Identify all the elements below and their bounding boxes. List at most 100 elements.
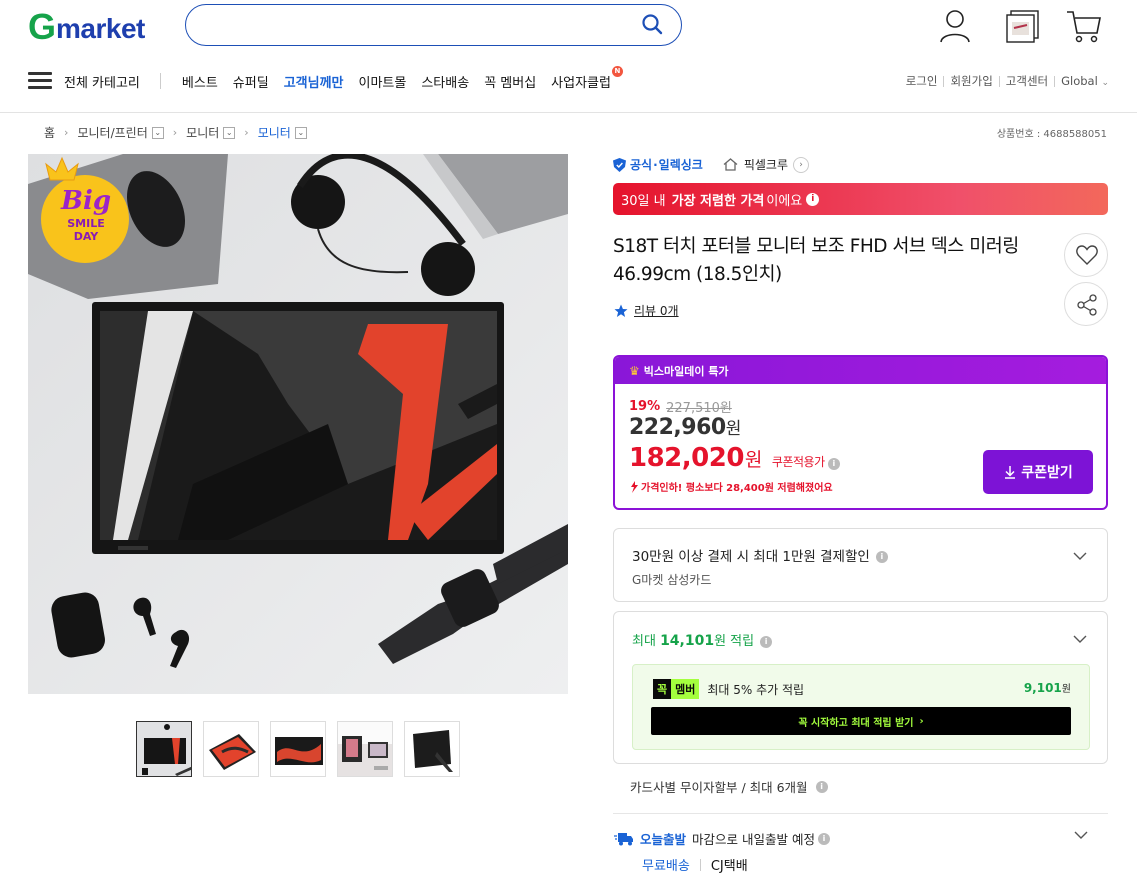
product-main-image[interactable]: Big SMILE DAY	[28, 154, 568, 694]
points-summary: 최대 14,101원 적립 i	[632, 630, 773, 649]
price-box: ♛ 빅스마일데이 특가 19% 227,510원 222,960원 182,02…	[613, 355, 1108, 510]
nav-membership[interactable]: 꼭 멤버십	[484, 72, 536, 91]
thumbnail[interactable]	[404, 721, 460, 777]
all-categories-link[interactable]: 전체 카테고리	[64, 72, 140, 91]
thumbnail[interactable]	[203, 721, 259, 777]
breadcrumb-item[interactable]: 모니터	[186, 124, 219, 141]
official-seller[interactable]: 공식 · 일렉싱크	[613, 156, 703, 173]
download-icon	[1005, 466, 1016, 479]
coupon-download-button[interactable]: 쿠폰받기	[983, 450, 1093, 494]
shipping-detail: 무료배송 CJ택배	[642, 855, 748, 874]
official-label: 공식	[630, 158, 653, 172]
share-button[interactable]	[1064, 282, 1108, 326]
won-unit: 원	[1061, 684, 1071, 695]
membership-amount-value: 9,101	[1023, 681, 1062, 695]
dropdown-icon[interactable]: ⌄	[223, 126, 236, 139]
badge-big-text: Big	[60, 186, 112, 216]
info-icon[interactable]: i	[817, 832, 830, 845]
product-title: S18T 터치 포터블 모니터 보조 FHD 서브 덱스 미러링 46.99cm…	[613, 236, 1019, 285]
breadcrumb-item[interactable]: 모니터/프린터	[77, 124, 147, 141]
installment-info: 카드사별 무이자할부 / 최대 6개월 i	[630, 777, 828, 796]
nav-best[interactable]: 베스트	[182, 72, 218, 91]
membership-start-button[interactable]: 꼭 시작하고 최대 적립 받기 ›	[651, 707, 1071, 735]
menu-icon[interactable]	[28, 72, 52, 90]
dropdown-icon[interactable]: ⌄	[294, 126, 307, 139]
thumbnail[interactable]	[270, 721, 326, 777]
coupon-price: 182,020 원 쿠폰적용가 i	[629, 443, 840, 473]
won-unit: 원	[744, 449, 762, 471]
nav-divider	[159, 73, 161, 89]
chevron-right-icon: ›	[793, 156, 809, 173]
badge-smile-text: SMILE	[67, 217, 105, 230]
chevron-down-icon[interactable]	[1073, 632, 1087, 646]
support-link[interactable]: 고객센터	[1000, 73, 1054, 89]
event-label: 빅스마일데이 특가	[643, 364, 729, 378]
event-header: ♛ 빅스마일데이 특가	[615, 357, 1106, 384]
down-arrow-icon	[631, 480, 638, 493]
search-bar[interactable]	[185, 4, 682, 46]
coupon-button-label: 쿠폰받기	[1021, 465, 1073, 481]
search-icon[interactable]	[641, 13, 663, 35]
info-icon[interactable]: i	[806, 192, 820, 206]
nav-star-delivery[interactable]: 스타배송	[421, 72, 469, 91]
nav-emart-mall[interactable]: 이마트몰	[359, 72, 407, 91]
breadcrumb-current[interactable]: 모니터	[258, 124, 291, 141]
cart-icon[interactable]	[1064, 6, 1104, 46]
won-unit: 원	[725, 419, 742, 439]
installment-text: 카드사별 무이자할부 / 최대 6개월	[630, 780, 808, 795]
coupon-price-value: 182,020	[629, 443, 744, 473]
shop-name: 픽셀크루	[743, 158, 788, 172]
chevron-down-icon: ⌄	[1101, 78, 1109, 88]
points-pre: 최대	[632, 634, 656, 649]
chevron-down-icon[interactable]	[1074, 828, 1088, 842]
shipping-message: 마감으로 내일출발 예정	[692, 832, 815, 847]
share-icon	[1077, 294, 1097, 316]
global-link[interactable]: Global ⌄	[1055, 74, 1109, 88]
membership-button-label: 꼭 시작하고 최대 적립 받기	[798, 717, 914, 729]
breadcrumb-home[interactable]: 홈	[44, 124, 55, 141]
gmarket-logo[interactable]: Gmarket	[28, 6, 145, 47]
nav-superdeal[interactable]: 슈퍼딜	[233, 72, 269, 91]
shop-link[interactable]: 픽셀크루 ›	[723, 156, 809, 173]
info-icon[interactable]: i	[827, 458, 840, 470]
dropdown-icon[interactable]: ⌄	[151, 126, 164, 139]
membership-text: 최대 5% 추가 적립	[707, 682, 805, 697]
points-panel: 최대 14,101원 적립 i 꼭 멤버 최대 5% 추가 적립 9,101원 꼭 …	[613, 611, 1108, 764]
recent-viewed-icon[interactable]	[1002, 6, 1042, 46]
info-icon[interactable]: i	[875, 551, 888, 563]
chevron-right-icon: ›	[172, 126, 178, 139]
thumbnail[interactable]	[136, 721, 192, 777]
login-link[interactable]: 로그인	[900, 73, 944, 89]
logo-text: market	[56, 13, 145, 44]
divider	[699, 858, 701, 871]
review-link[interactable]: 리뷰 0개	[634, 302, 679, 319]
nav-for-you[interactable]: 고객님께만	[284, 72, 344, 91]
chevron-right-icon: ›	[64, 126, 69, 139]
discount-rate: 19%	[629, 399, 661, 414]
main-nav: 전체 카테고리 베스트 슈퍼딜 고객님께만 이마트몰 스타배송 꼭 멤버십 사업…	[28, 65, 626, 94]
price-drop-text: 가격인하! 평소보다 28,400원 저렴해졌어요	[641, 483, 833, 494]
nav-business-club[interactable]: 사업자클럽 N	[551, 65, 623, 91]
info-icon[interactable]: i	[760, 635, 773, 648]
info-icon[interactable]: i	[815, 780, 828, 793]
badge-day-text: DAY	[73, 230, 99, 243]
card-discount-title: 30만원 이상 결제 시 최대 1만원 결제할인 i	[632, 545, 888, 565]
carrier-name: CJ택배	[710, 859, 748, 874]
banner-post-text: 이에요	[766, 193, 803, 209]
wishlist-button[interactable]	[1064, 233, 1108, 277]
site-header: Gmarket 전체 카테고리 베스트 슈퍼딜 고객님께만 이마트몰 스타배송 …	[0, 0, 1137, 113]
banner-pre-text: 30일 내	[621, 193, 666, 209]
membership-box: 꼭 멤버 최대 5% 추가 적립 9,101원 꼭 시작하고 최대 적립 받기 ›	[632, 664, 1090, 750]
breadcrumb: 홈 › 모니터/프린터 ⌄ › 모니터 ⌄ › 모니터 ⌄	[44, 124, 307, 141]
search-input[interactable]	[204, 5, 634, 43]
thumbnail[interactable]	[337, 721, 393, 777]
review-summary: 리뷰 0개	[614, 302, 679, 319]
banner-bold-text: 가장 저렴한 가격	[671, 193, 765, 209]
global-label: Global	[1061, 74, 1098, 88]
signup-link[interactable]: 회원가입	[944, 73, 998, 89]
card-discount-panel[interactable]: 30만원 이상 결제 시 최대 1만원 결제할인 i G마켓 삼성카드	[613, 528, 1108, 602]
free-shipping-label: 무료배송	[642, 859, 690, 874]
chevron-down-icon[interactable]	[1073, 549, 1087, 563]
shield-check-icon	[613, 157, 626, 172]
user-icon[interactable]	[935, 6, 975, 46]
